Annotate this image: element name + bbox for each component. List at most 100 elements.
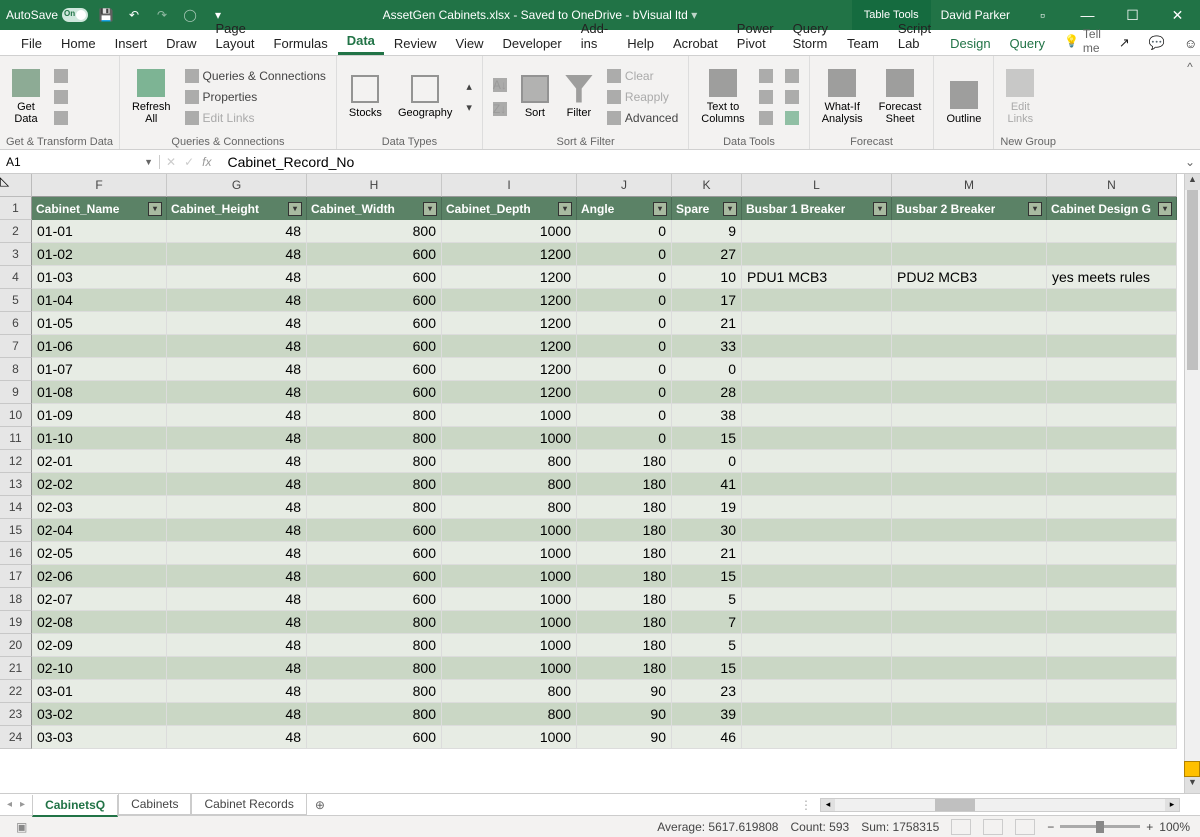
cell[interactable]: 0 [577,312,672,335]
filter-dropdown-icon[interactable]: ▾ [288,202,302,216]
cell[interactable]: 48 [167,450,307,473]
tab-power-pivot[interactable]: Power Pivot [728,17,783,55]
cell[interactable]: 180 [577,473,672,496]
cell[interactable]: 27 [672,243,742,266]
cell[interactable]: 600 [307,519,442,542]
cell[interactable]: 800 [307,450,442,473]
cell[interactable] [742,542,892,565]
cell[interactable]: 02-05 [32,542,167,565]
fx-button[interactable]: fx [202,155,211,169]
row-header[interactable]: 17 [0,565,32,588]
cell[interactable]: 800 [442,496,577,519]
column-header[interactable]: F [32,174,167,197]
cell[interactable]: 02-10 [32,657,167,680]
feedback-button[interactable]: ☺ [1175,32,1200,55]
cell[interactable]: 02-03 [32,496,167,519]
flash-fill-button[interactable] [755,66,777,86]
from-table-button[interactable] [50,108,72,128]
cell[interactable]: 02-04 [32,519,167,542]
cell[interactable]: 48 [167,634,307,657]
cell[interactable]: 0 [577,289,672,312]
cell[interactable]: 800 [307,404,442,427]
cell[interactable]: 02-09 [32,634,167,657]
cell[interactable]: 800 [307,657,442,680]
cell[interactable]: 17 [672,289,742,312]
cell[interactable]: 48 [167,565,307,588]
name-box[interactable]: A1 ▼ [0,155,160,169]
cell[interactable] [892,289,1047,312]
datatype-down-button[interactable]: ▾ [462,97,476,117]
cell[interactable]: 48 [167,358,307,381]
cell[interactable]: 90 [577,680,672,703]
cell[interactable]: 48 [167,611,307,634]
datatype-up-button[interactable]: ▴ [462,76,476,96]
cell[interactable]: 0 [672,358,742,381]
cell[interactable]: 1200 [442,335,577,358]
cell[interactable]: 600 [307,335,442,358]
cell[interactable] [1047,703,1177,726]
cell[interactable] [892,450,1047,473]
zoom-level[interactable]: 100% [1159,820,1190,834]
tab-data[interactable]: Data [338,29,384,55]
row-header[interactable]: 16 [0,542,32,565]
row-header[interactable]: 21 [0,657,32,680]
share-button[interactable]: ↗ [1110,31,1139,55]
cell[interactable]: 02-02 [32,473,167,496]
row-header[interactable]: 6 [0,312,32,335]
cell[interactable]: 38 [672,404,742,427]
scroll-up-button[interactable]: ▲ [1185,174,1200,190]
zoom-out-button[interactable]: − [1047,820,1054,834]
cell[interactable]: 1000 [442,565,577,588]
cell[interactable] [1047,611,1177,634]
zoom-in-button[interactable]: + [1146,820,1153,834]
cell[interactable] [892,588,1047,611]
tab-insert[interactable]: Insert [106,32,157,55]
cell[interactable]: 03-01 [32,680,167,703]
text-to-columns-button[interactable]: Text to Columns [695,62,750,132]
cell[interactable]: 1000 [442,726,577,749]
cell[interactable] [1047,519,1177,542]
cell[interactable]: 1200 [442,266,577,289]
row-header[interactable]: 9 [0,381,32,404]
filter-button[interactable]: Filter [559,62,599,132]
cell[interactable]: 1000 [442,634,577,657]
formula-input[interactable]: Cabinet_Record_No [217,154,1180,170]
cell[interactable]: 0 [577,427,672,450]
cell[interactable]: 48 [167,542,307,565]
scroll-down-button[interactable]: ▼ [1185,777,1200,793]
cell[interactable] [742,312,892,335]
manage-model-button[interactable] [781,108,803,128]
cell[interactable] [742,220,892,243]
cell[interactable]: 48 [167,266,307,289]
cell[interactable] [892,726,1047,749]
cell[interactable] [892,358,1047,381]
page-layout-view-button[interactable] [983,819,1003,835]
page-break-view-button[interactable] [1015,819,1035,835]
cell[interactable]: 48 [167,335,307,358]
scroll-right-button[interactable]: ▸ [1165,799,1179,811]
cell[interactable] [742,657,892,680]
scroll-left-button[interactable]: ◂ [821,799,835,811]
row-header[interactable]: 20 [0,634,32,657]
table-header-cell[interactable]: Cabinet_Height▾ [167,197,307,220]
cell[interactable]: 48 [167,289,307,312]
filter-dropdown-icon[interactable]: ▾ [873,202,887,216]
cell[interactable] [1047,220,1177,243]
filter-dropdown-icon[interactable]: ▾ [148,202,162,216]
cell[interactable]: 48 [167,680,307,703]
cell[interactable]: 600 [307,358,442,381]
cell[interactable] [1047,289,1177,312]
cell[interactable]: 180 [577,519,672,542]
cell[interactable]: 10 [672,266,742,289]
cell[interactable]: 0 [577,243,672,266]
cell[interactable] [742,335,892,358]
cell[interactable] [892,243,1047,266]
select-all-button[interactable]: ◺ [0,174,32,197]
worksheet-grid[interactable]: ◺FGHIJKLMN1Cabinet_Name▾Cabinet_Height▾C… [0,174,1200,793]
cell[interactable] [1047,450,1177,473]
cell[interactable] [892,703,1047,726]
cell[interactable]: 5 [672,634,742,657]
cell[interactable]: 01-03 [32,266,167,289]
tab-query[interactable]: Query [1001,32,1054,55]
cell[interactable]: yes meets rules [1047,266,1177,289]
